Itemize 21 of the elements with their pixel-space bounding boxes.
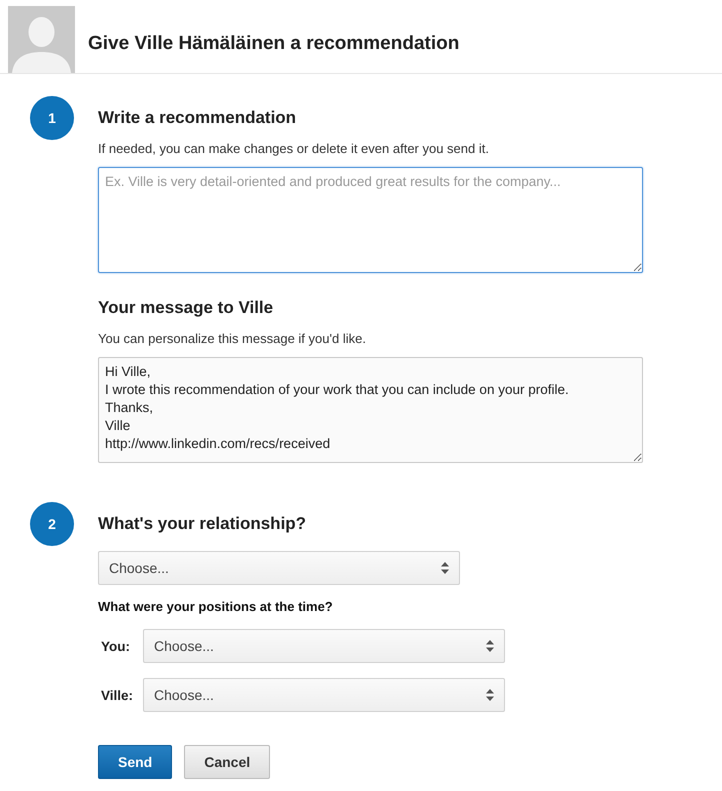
- dropdown-select[interactable]: Choose...: [143, 629, 505, 663]
- section-heading: What's your relationship?: [98, 513, 308, 535]
- subheading: What were your positions at the time?: [98, 599, 334, 614]
- updown-icon: [486, 640, 494, 652]
- updown-icon: [486, 689, 494, 701]
- section-heading: Your message to Ville: [98, 297, 274, 319]
- dropdown-select[interactable]: Choose...: [143, 678, 505, 712]
- hint-text: You can personalize this message if you'd like.: [98, 331, 367, 346]
- updown-icon: [441, 562, 449, 574]
- hint-text: If needed, you can make changes or delete it even after you send it.: [98, 141, 490, 156]
- cancel-button[interactable]: Cancel: [184, 745, 270, 779]
- message-field[interactable]: Hi Ville, I wrote this recommendation of your work that you can include on your profile. Thanks, Ville http://www.linkedin.com/recs/received: [98, 357, 643, 463]
- page-title: Give Ville Hämäläinen a recommendation: [88, 32, 460, 54]
- step-number: 2: [30, 502, 74, 546]
- field-label: You:: [101, 638, 131, 654]
- dropdown-select[interactable]: Choose...: [98, 551, 460, 585]
- recommendation-field[interactable]: Ex. Ville is very detail-oriented and produced great results for the company...: [98, 167, 643, 273]
- send-button[interactable]: Send: [98, 745, 172, 779]
- step-number: 1: [30, 96, 74, 140]
- field-label: Ville:: [101, 688, 133, 702]
- section-heading: Write a recommendation: [98, 107, 298, 129]
